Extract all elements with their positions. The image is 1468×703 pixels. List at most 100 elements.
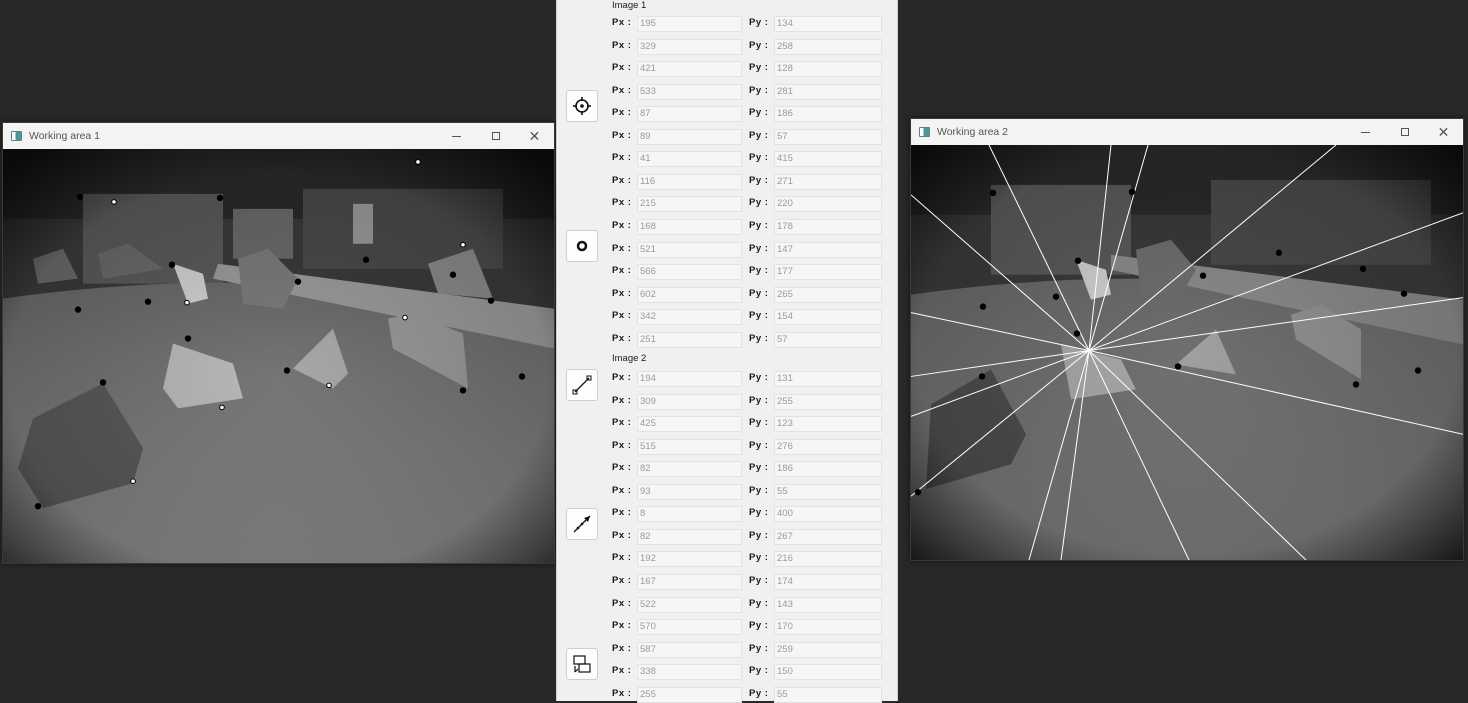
py-field[interactable]: 55 xyxy=(774,686,882,703)
py-field[interactable]: 265 xyxy=(774,286,882,303)
px-field[interactable]: 602 xyxy=(637,286,742,303)
py-label: Py : xyxy=(749,417,769,429)
px-field[interactable]: 87 xyxy=(637,106,742,123)
px-label: Px : xyxy=(612,152,632,164)
px-field[interactable]: 194 xyxy=(637,371,742,387)
py-field[interactable]: 216 xyxy=(774,551,882,568)
py-field[interactable]: 123 xyxy=(774,416,882,433)
py-field[interactable]: 57 xyxy=(774,331,882,348)
point-row: Px : 215 Py : 220 xyxy=(612,196,882,213)
py-field[interactable]: 186 xyxy=(774,461,882,478)
px-field[interactable]: 251 xyxy=(637,331,742,348)
px-label: Px : xyxy=(612,394,632,406)
px-field[interactable]: 41 xyxy=(637,151,742,168)
px-field[interactable]: 515 xyxy=(637,438,742,455)
py-field[interactable]: 259 xyxy=(774,641,882,658)
py-field[interactable]: 178 xyxy=(774,218,882,235)
circle-ring-icon xyxy=(576,240,588,252)
point-row: Px : 522 Py : 143 xyxy=(612,596,882,613)
app-window-icon xyxy=(11,131,22,141)
point-row: Px : 93 Py : 55 xyxy=(612,483,882,500)
close-button[interactable]: ✕ xyxy=(1424,119,1463,145)
px-field[interactable]: 522 xyxy=(637,596,742,613)
crosshair-target-button[interactable] xyxy=(566,90,598,122)
close-button[interactable]: ✕ xyxy=(515,123,554,149)
px-field[interactable]: 8 xyxy=(637,506,742,523)
px-field[interactable]: 89 xyxy=(637,128,742,145)
py-field[interactable]: 143 xyxy=(774,596,882,613)
px-field[interactable]: 329 xyxy=(637,38,742,55)
arrow-line-button[interactable] xyxy=(566,508,598,540)
px-label: Px : xyxy=(612,574,632,586)
image-view-2[interactable] xyxy=(911,145,1463,560)
py-field[interactable]: 134 xyxy=(774,16,882,32)
px-field[interactable]: 195 xyxy=(637,16,742,32)
py-label: Py : xyxy=(749,687,769,699)
px-field[interactable]: 425 xyxy=(637,416,742,433)
py-field[interactable]: 174 xyxy=(774,573,882,590)
px-field[interactable]: 192 xyxy=(637,551,742,568)
px-field[interactable]: 167 xyxy=(637,573,742,590)
py-label: Py : xyxy=(749,265,769,277)
py-field[interactable]: 281 xyxy=(774,83,882,100)
px-field[interactable]: 309 xyxy=(637,393,742,410)
circle-ring-button[interactable] xyxy=(566,230,598,262)
maximize-button[interactable] xyxy=(1385,119,1424,145)
py-field[interactable]: 150 xyxy=(774,664,882,681)
py-label: Py : xyxy=(749,484,769,496)
py-label: Py : xyxy=(749,107,769,119)
maximize-button[interactable] xyxy=(476,123,515,149)
px-label: Px : xyxy=(612,597,632,609)
py-field[interactable]: 131 xyxy=(774,371,882,387)
px-label: Px : xyxy=(612,174,632,186)
window-titlebar[interactable]: Working area 2 ✕ xyxy=(911,119,1463,145)
py-field[interactable]: 400 xyxy=(774,506,882,523)
px-field[interactable]: 421 xyxy=(637,61,742,78)
minimize-button[interactable] xyxy=(437,123,476,149)
py-field[interactable]: 271 xyxy=(774,173,882,190)
py-field[interactable]: 267 xyxy=(774,528,882,545)
py-field[interactable]: 128 xyxy=(774,61,882,78)
px-field[interactable]: 566 xyxy=(637,264,742,281)
point-row: Px : 167 Py : 174 xyxy=(612,573,882,590)
px-label: Px : xyxy=(612,507,632,519)
px-field[interactable]: 82 xyxy=(637,528,742,545)
px-field[interactable]: 168 xyxy=(637,218,742,235)
py-label: Py : xyxy=(749,665,769,677)
py-field[interactable]: 186 xyxy=(774,106,882,123)
px-field[interactable]: 521 xyxy=(637,241,742,258)
py-label: Py : xyxy=(749,174,769,186)
px-field[interactable]: 338 xyxy=(637,664,742,681)
py-label: Py : xyxy=(749,620,769,632)
py-field[interactable]: 177 xyxy=(774,264,882,281)
px-field[interactable]: 215 xyxy=(637,196,742,213)
py-field[interactable]: 255 xyxy=(774,393,882,410)
minimize-button[interactable] xyxy=(1346,119,1385,145)
py-field[interactable]: 415 xyxy=(774,151,882,168)
px-field[interactable]: 93 xyxy=(637,483,742,500)
py-field[interactable]: 55 xyxy=(774,483,882,500)
py-field[interactable]: 170 xyxy=(774,619,882,636)
py-field[interactable]: 258 xyxy=(774,38,882,55)
split-view-button[interactable] xyxy=(566,648,598,680)
py-label: Py : xyxy=(749,529,769,541)
px-field[interactable]: 533 xyxy=(637,83,742,100)
py-field[interactable]: 276 xyxy=(774,438,882,455)
px-field[interactable]: 587 xyxy=(637,641,742,658)
window-titlebar[interactable]: Working area 1 ✕ xyxy=(3,123,554,149)
point-row: Px : 309 Py : 255 xyxy=(612,393,882,410)
px-label: Px : xyxy=(612,462,632,474)
py-field[interactable]: 147 xyxy=(774,241,882,258)
py-field[interactable]: 57 xyxy=(774,128,882,145)
py-field[interactable]: 154 xyxy=(774,309,882,326)
px-field[interactable]: 342 xyxy=(637,309,742,326)
point-row: Px : 82 Py : 186 xyxy=(612,461,882,478)
px-field[interactable]: 255 xyxy=(637,686,742,703)
image-2-section-label: Image 2 xyxy=(612,353,647,364)
px-field[interactable]: 82 xyxy=(637,461,742,478)
px-field[interactable]: 570 xyxy=(637,619,742,636)
px-field[interactable]: 116 xyxy=(637,173,742,190)
image-view-1[interactable] xyxy=(3,149,554,563)
py-field[interactable]: 220 xyxy=(774,196,882,213)
line-segment-button[interactable] xyxy=(566,369,598,401)
